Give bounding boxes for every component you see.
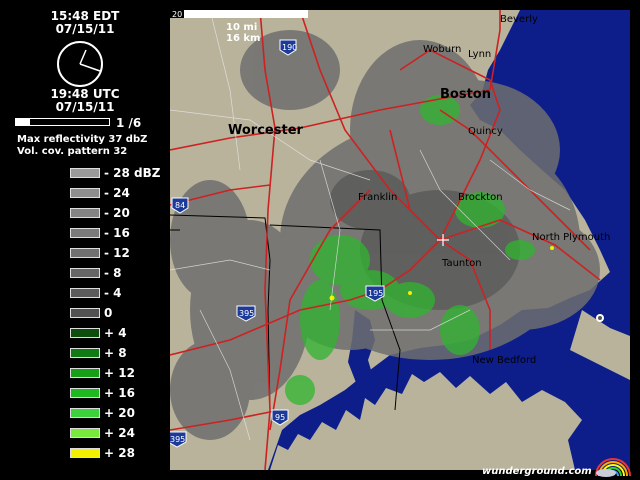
- svg-text:395: 395: [170, 435, 185, 444]
- city-north-plymouth: North Plymouth: [532, 232, 610, 243]
- legend-row: + 16: [70, 386, 170, 400]
- legend-swatch: [70, 328, 100, 338]
- legend-swatch: [70, 288, 100, 298]
- legend-swatch: [70, 408, 100, 418]
- legend-label: + 28: [104, 446, 135, 460]
- city-boston: Boston: [440, 87, 491, 102]
- legend-swatch: [70, 348, 100, 358]
- legend-row: + 8: [70, 346, 170, 360]
- legend-label: - 4: [104, 286, 122, 300]
- scale-bar-label: 20: [172, 10, 182, 19]
- legend-row: - 20: [70, 206, 170, 220]
- utc-date: 07/15/11: [55, 100, 115, 114]
- rainbow-logo-icon: [595, 458, 631, 477]
- legend-swatch: [70, 228, 100, 238]
- city-worcester: Worcester: [228, 123, 304, 138]
- legend-label: + 8: [104, 346, 127, 360]
- city-beverly: Beverly: [500, 14, 538, 25]
- legend-swatch: [70, 448, 100, 458]
- svg-text:395: 395: [239, 309, 254, 318]
- scale-miles: 10 mi: [226, 22, 257, 33]
- legend-label: + 4: [104, 326, 127, 340]
- legend-swatch: [70, 368, 100, 378]
- legend-row: - 4: [70, 286, 170, 300]
- legend-label: + 24: [104, 426, 135, 440]
- legend-label: - 24: [104, 186, 130, 200]
- svg-text:190: 190: [282, 43, 297, 52]
- legend-row: - 16: [70, 226, 170, 240]
- svg-text:84: 84: [175, 201, 185, 210]
- radar-page: 15:48 EDT 07/15/11 19:48 UTC 07/15/11 1 …: [0, 0, 640, 480]
- svg-text:195: 195: [368, 289, 383, 298]
- city-lynn: Lynn: [468, 49, 491, 60]
- city-quincy: Quincy: [468, 126, 503, 137]
- legend-swatch: [70, 188, 100, 198]
- legend-swatch: [70, 428, 100, 438]
- legend-row: 0: [70, 306, 170, 320]
- animation-progress-bar: [15, 118, 110, 126]
- legend-label: + 20: [104, 406, 135, 420]
- legend-label: + 12: [104, 366, 135, 380]
- legend-row: - 12: [70, 246, 170, 260]
- legend-row: - 28 dBZ: [70, 166, 170, 180]
- legend-swatch: [70, 248, 100, 258]
- legend-row: + 20: [70, 406, 170, 420]
- legend-row: + 28: [70, 446, 170, 460]
- city-franklin: Franklin: [358, 192, 397, 203]
- legend-swatch: [70, 168, 100, 178]
- progress-fill: [15, 118, 31, 126]
- legend-label: 0: [104, 306, 113, 320]
- legend-row: - 8: [70, 266, 170, 280]
- legend-swatch: [70, 388, 100, 398]
- local-date: 07/15/11: [55, 22, 115, 36]
- legend-row: + 12: [70, 366, 170, 380]
- legend-row: + 24: [70, 426, 170, 440]
- city-new-bedford: New Bedford: [472, 355, 536, 366]
- radar-map[interactable]: 20 10 mi 16 km Beverly Woburn Lynn Bosto…: [170, 10, 630, 470]
- frame-counter: 1 /6: [116, 116, 142, 130]
- clock-icon: [57, 41, 103, 87]
- scale-km: 16 km: [226, 33, 260, 44]
- map-svg: 20 10 mi 16 km Beverly Woburn Lynn Bosto…: [170, 10, 630, 470]
- legend-label: - 28 dBZ: [104, 166, 161, 180]
- city-brockton: Brockton: [458, 192, 503, 203]
- legend-label: - 16: [104, 226, 130, 240]
- legend-label: - 20: [104, 206, 130, 220]
- info-panel: 15:48 EDT 07/15/11 19:48 UTC 07/15/11 1 …: [0, 0, 170, 480]
- legend-label: - 12: [104, 246, 130, 260]
- buoy-icon: [596, 314, 604, 322]
- legend-row: - 24: [70, 186, 170, 200]
- city-woburn: Woburn: [423, 44, 461, 55]
- max-reflectivity: Max reflectivity 37 dbZ: [17, 134, 148, 145]
- legend-swatch: [70, 208, 100, 218]
- svg-text:95: 95: [275, 413, 285, 422]
- volume-coverage-pattern: Vol. cov. pattern 32: [17, 146, 128, 157]
- city-taunton: Taunton: [441, 258, 482, 269]
- legend-swatch: [70, 308, 100, 318]
- legend-label: - 8: [104, 266, 122, 280]
- legend-row: + 4: [70, 326, 170, 340]
- legend-label: + 16: [104, 386, 135, 400]
- legend-swatch: [70, 268, 100, 278]
- credit-text[interactable]: wunderground.com: [482, 466, 592, 477]
